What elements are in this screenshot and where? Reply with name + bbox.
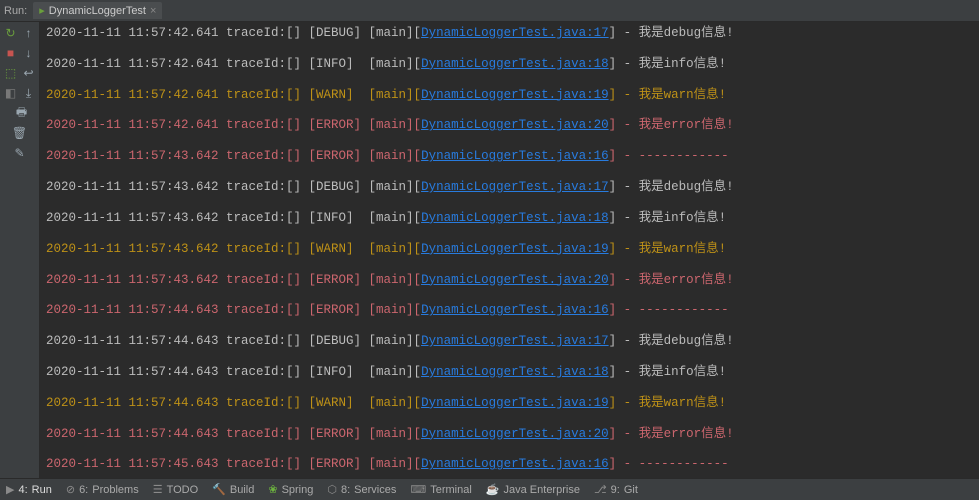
tool-run-num: 4:: [18, 484, 27, 496]
log-line: 2020-11-11 11:57:43.642 traceId:[] [DEBU…: [46, 180, 979, 195]
log-line: 2020-11-11 11:57:44.643 traceId:[] [WARN…: [46, 396, 979, 411]
problems-icon: ⊘: [66, 483, 75, 496]
tool-git-label: Git: [624, 484, 638, 496]
tool-terminal-label: Terminal: [430, 484, 472, 496]
source-link[interactable]: DynamicLoggerTest.java:16: [421, 149, 609, 163]
build-icon: 🔨: [212, 483, 226, 496]
tool-problems-label: Problems: [92, 484, 138, 496]
wrap-icon[interactable]: ↩: [22, 66, 36, 80]
close-icon[interactable]: ×: [150, 5, 156, 17]
log-line: 2020-11-11 11:57:44.643 traceId:[] [INFO…: [46, 365, 979, 380]
down-icon[interactable]: ↓: [22, 46, 36, 60]
run-tool-icon: ▶: [6, 483, 14, 496]
source-link[interactable]: DynamicLoggerTest.java:18: [421, 365, 609, 379]
tool-services[interactable]: ⬡ 8: Services: [327, 483, 396, 496]
run-config-tab[interactable]: ▸ DynamicLoggerTest ×: [33, 2, 162, 19]
tool-java-ee-label: Java Enterprise: [504, 484, 580, 496]
services-icon: ⬡: [327, 483, 337, 496]
run-tab-bar: Run: ▸ DynamicLoggerTest ×: [0, 0, 979, 22]
console-output[interactable]: 2020-11-11 11:57:42.641 traceId:[] [DEBU…: [40, 22, 979, 478]
tool-terminal[interactable]: ⌨ Terminal: [410, 483, 471, 496]
source-link[interactable]: DynamicLoggerTest.java:20: [421, 273, 609, 287]
tool-build-label: Build: [230, 484, 254, 496]
stop-icon[interactable]: ■: [4, 46, 18, 60]
log-line: 2020-11-11 11:57:42.641 traceId:[] [ERRO…: [46, 118, 979, 133]
tool-java-enterprise[interactable]: ☕ Java Enterprise: [486, 483, 580, 496]
run-toolbar: ↻ ↑ ■ ↓ ⬚ ↩ ◧ ⤓ 🖶 🗑 ✎: [0, 22, 40, 478]
scroll-icon[interactable]: ⤓: [22, 86, 36, 100]
todo-icon: ☰: [153, 483, 163, 496]
tool-problems[interactable]: ⊘ 6: Problems: [66, 483, 139, 496]
tool-run-label: Run: [32, 484, 52, 496]
tool-todo-label: TODO: [167, 484, 199, 496]
source-link[interactable]: DynamicLoggerTest.java:20: [421, 118, 609, 132]
git-icon: ⎇: [594, 483, 607, 496]
log-line: 2020-11-11 11:57:43.642 traceId:[] [ERRO…: [46, 273, 979, 288]
tool-services-num: 8:: [341, 484, 350, 496]
log-line: 2020-11-11 11:57:42.641 traceId:[] [WARN…: [46, 88, 979, 103]
spring-icon: ❀: [268, 483, 277, 496]
source-link[interactable]: DynamicLoggerTest.java:19: [421, 242, 609, 256]
tool-todo[interactable]: ☰ TODO: [153, 483, 198, 496]
pin-icon[interactable]: ◧: [4, 86, 18, 100]
up-icon[interactable]: ↑: [22, 26, 36, 40]
log-line: 2020-11-11 11:57:45.643 traceId:[] [ERRO…: [46, 457, 979, 472]
log-line: 2020-11-11 11:57:44.643 traceId:[] [ERRO…: [46, 303, 979, 318]
rerun-icon[interactable]: ↻: [4, 26, 18, 40]
log-line: 2020-11-11 11:57:43.642 traceId:[] [INFO…: [46, 211, 979, 226]
source-link[interactable]: DynamicLoggerTest.java:18: [421, 211, 609, 225]
print-icon[interactable]: 🖶: [15, 106, 29, 120]
source-link[interactable]: DynamicLoggerTest.java:17: [421, 26, 609, 40]
java-ee-icon: ☕: [486, 483, 500, 496]
source-link[interactable]: DynamicLoggerTest.java:17: [421, 180, 609, 194]
tool-git[interactable]: ⎇ 9: Git: [594, 483, 638, 496]
log-line: 2020-11-11 11:57:42.641 traceId:[] [INFO…: [46, 57, 979, 72]
layout-icon[interactable]: ⬚: [4, 66, 18, 80]
source-link[interactable]: DynamicLoggerTest.java:17: [421, 334, 609, 348]
source-link[interactable]: DynamicLoggerTest.java:20: [421, 427, 609, 441]
tool-problems-num: 6:: [79, 484, 88, 496]
source-link[interactable]: DynamicLoggerTest.java:18: [421, 57, 609, 71]
log-line: 2020-11-11 11:57:43.642 traceId:[] [WARN…: [46, 242, 979, 257]
run-label: Run:: [4, 5, 27, 17]
tool-spring-label: Spring: [282, 484, 314, 496]
tool-window-bar: ▶ 4: Run ⊘ 6: Problems ☰ TODO 🔨 Build ❀ …: [0, 478, 979, 500]
filter-icon[interactable]: ✎: [13, 146, 27, 160]
log-line: 2020-11-11 11:57:43.642 traceId:[] [ERRO…: [46, 149, 979, 164]
java-class-icon: ▸: [39, 4, 45, 17]
terminal-icon: ⌨: [410, 483, 426, 496]
log-line: 2020-11-11 11:57:44.643 traceId:[] [ERRO…: [46, 427, 979, 442]
source-link[interactable]: DynamicLoggerTest.java:16: [421, 303, 609, 317]
tool-git-num: 9:: [611, 484, 620, 496]
source-link[interactable]: DynamicLoggerTest.java:16: [421, 457, 609, 471]
run-config-name: DynamicLoggerTest: [49, 5, 146, 17]
tool-build[interactable]: 🔨 Build: [212, 483, 254, 496]
source-link[interactable]: DynamicLoggerTest.java:19: [421, 396, 609, 410]
tool-run[interactable]: ▶ 4: Run: [6, 483, 52, 496]
clear-icon[interactable]: 🗑: [13, 126, 27, 140]
log-line: 2020-11-11 11:57:42.641 traceId:[] [DEBU…: [46, 26, 979, 41]
log-line: 2020-11-11 11:57:44.643 traceId:[] [DEBU…: [46, 334, 979, 349]
tool-spring[interactable]: ❀ Spring: [268, 483, 313, 496]
source-link[interactable]: DynamicLoggerTest.java:19: [421, 88, 609, 102]
tool-services-label: Services: [354, 484, 396, 496]
run-tool-window: ↻ ↑ ■ ↓ ⬚ ↩ ◧ ⤓ 🖶 🗑 ✎ 2020-11-11 11:57:4…: [0, 22, 979, 478]
